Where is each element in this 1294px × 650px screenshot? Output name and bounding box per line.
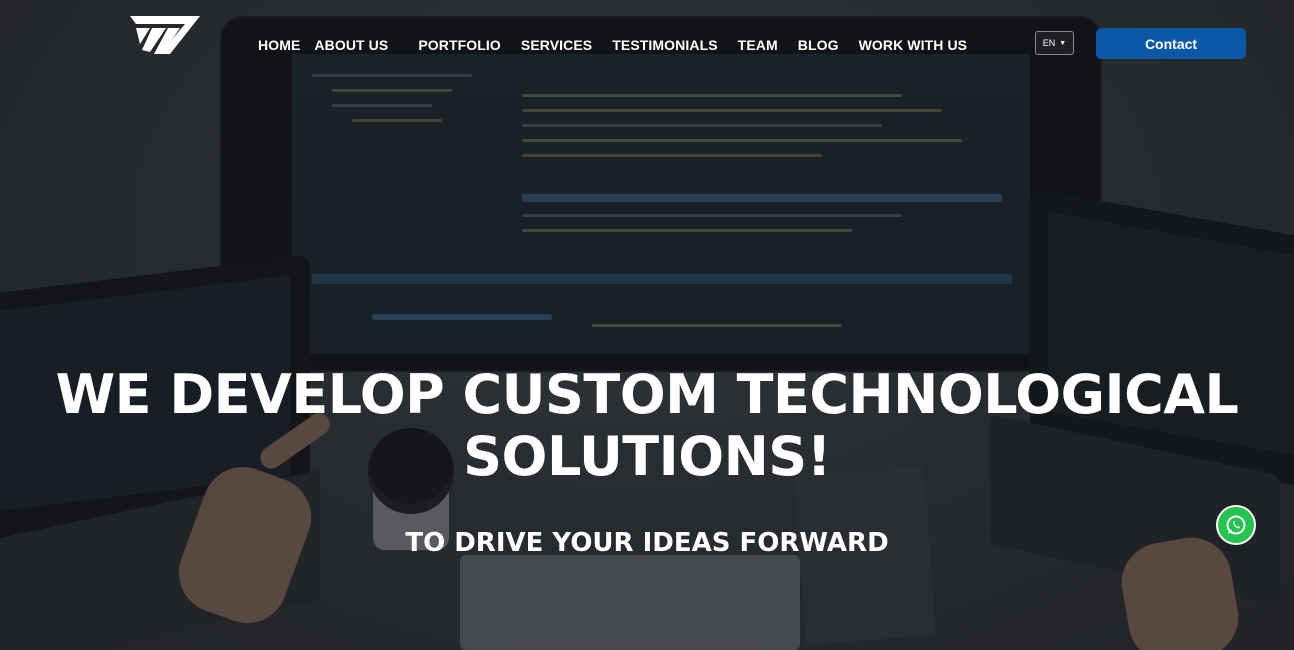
whatsapp-icon[interactable] [1216,505,1256,545]
language-selector[interactable]: EN ▼ [1035,31,1074,55]
nav-item-home[interactable]: HOME [258,36,300,54]
main-nav: HOME ABOUT US PORTFOLIO SERVICES TESTIMO… [258,36,967,54]
nav-item-about-us[interactable]: ABOUT US [314,36,388,54]
hero-headline: WE DEVELOP CUSTOM TECHNOLOGICAL SOLUTION… [0,364,1294,488]
nav-item-services[interactable]: SERVICES [521,36,592,54]
language-selected: EN [1042,38,1056,48]
caret-down-icon: ▼ [1059,39,1067,47]
nav-item-work-with-us[interactable]: WORK WITH US [859,36,968,54]
contact-button[interactable]: Contact [1096,28,1246,59]
hero-headline-line2: SOLUTIONS! [463,425,831,488]
hero-subheadline: TO DRIVE YOUR IDEAS FORWARD [405,528,889,558]
nav-item-blog[interactable]: BLOG [798,36,839,54]
hero-headline-line1: WE DEVELOP CUSTOM TECHNOLOGICAL [55,363,1239,426]
hero-section: HOME ABOUT US PORTFOLIO SERVICES TESTIMO… [0,0,1294,650]
nav-item-portfolio[interactable]: PORTFOLIO [418,36,501,54]
nav-item-testimonials[interactable]: TESTIMONIALS [612,36,717,54]
nav-item-team[interactable]: TEAM [738,36,778,54]
brand-logo-icon[interactable] [130,14,202,56]
